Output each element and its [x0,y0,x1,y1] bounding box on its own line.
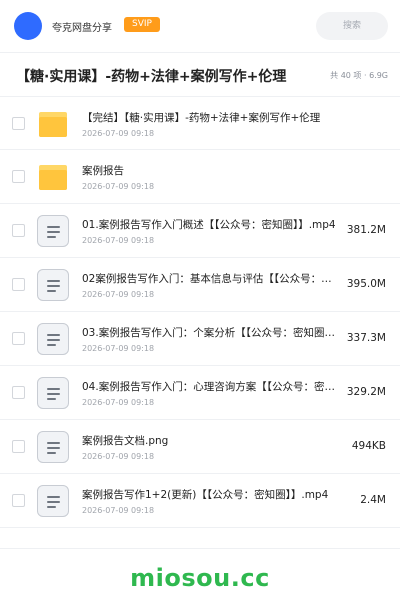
file-checkbox[interactable] [12,224,25,237]
file-size: 2.4M [360,494,386,506]
share-title: 夸克网盘分享 [52,23,112,34]
file-date: 2026-07-09 09:18 [82,236,155,245]
file-list: 【完结】【糖·实用课】-药物+法律+案例写作+伦理 2026-07-09 09:… [0,96,400,528]
file-date: 2026-07-09 09:18 [82,290,155,299]
file-size: 381.2M [346,224,386,236]
file-checkbox[interactable] [12,170,25,183]
file-row[interactable]: 03.案例报告写作入门：个案分析【【公众号：密知圈】】.mp4 2026-07-… [0,312,400,366]
file-date: 2026-07-09 09:18 [82,452,155,461]
file-name[interactable]: 04.案例报告写作入门：心理咨询方案【【公众号：密知圈】】.mp4 [82,379,340,394]
file-date: 2026-07-09 09:18 [82,129,155,138]
file-row[interactable]: 【完结】【糖·实用课】-药物+法律+案例写作+伦理 2026-07-09 09:… [0,96,400,150]
site-watermark: miosou.cc [130,564,270,592]
file-date: 2026-07-09 09:18 [82,344,155,353]
share-header: 夸克网盘分享 SVIP 搜索 [0,0,400,52]
document-icon [37,323,69,355]
header-divider [0,52,400,53]
document-icon [37,269,69,301]
file-name[interactable]: 02案例报告写作入门：基本信息与评估【【公众号：密知圈】】.mp4 [82,271,340,286]
file-name[interactable]: 案例报告写作1+2(更新)【【公众号：密知圈】】.mp4 [82,487,340,502]
file-name[interactable]: 【完结】【糖·实用课】-药物+法律+案例写作+伦理 [82,110,382,125]
file-name[interactable]: 03.案例报告写作入门：个案分析【【公众号：密知圈】】.mp4 [82,325,340,340]
file-date: 2026-07-09 09:18 [82,182,155,191]
file-row[interactable]: 02案例报告写作入门：基本信息与评估【【公众号：密知圈】】.mp4 2026-0… [0,258,400,312]
file-date: 2026-07-09 09:18 [82,398,155,407]
file-checkbox[interactable] [12,332,25,345]
document-icon [37,485,69,517]
svip-badge: SVIP [124,17,160,32]
file-date: 2026-07-09 09:18 [82,506,155,515]
file-row[interactable]: 案例报告写作1+2(更新)【【公众号：密知圈】】.mp4 2026-07-09 … [0,474,400,528]
folder-meta: 共 40 项 · 6.9G [330,71,388,80]
footer-divider [0,548,400,549]
file-checkbox[interactable] [12,117,25,130]
file-row[interactable]: 案例报告文档.png 2026-07-09 09:18 494KB [0,420,400,474]
file-checkbox[interactable] [12,494,25,507]
avatar[interactable] [14,12,42,40]
document-icon [37,377,69,409]
search-button[interactable]: 搜索 [316,12,388,40]
file-name[interactable]: 案例报告 [82,163,382,178]
file-size: 337.3M [346,332,386,344]
document-icon [37,431,69,463]
file-checkbox[interactable] [12,440,25,453]
folder-icon [39,165,67,190]
file-checkbox[interactable] [12,278,25,291]
file-size: 329.2M [346,386,386,398]
file-row[interactable]: 案例报告 2026-07-09 09:18 [0,150,400,204]
folder-title: 【糖·实用课】-药物+法律+案例写作+伦理 [16,69,287,85]
file-row[interactable]: 01.案例报告写作入门概述【【公众号：密知圈】】.mp4 2026-07-09 … [0,204,400,258]
file-name[interactable]: 案例报告文档.png [82,433,340,448]
folder-icon [39,112,67,137]
file-checkbox[interactable] [12,386,25,399]
document-icon [37,215,69,247]
file-size: 395.0M [346,278,386,290]
file-row[interactable]: 04.案例报告写作入门：心理咨询方案【【公众号：密知圈】】.mp4 2026-0… [0,366,400,420]
file-size: 494KB [351,440,386,452]
file-name[interactable]: 01.案例报告写作入门概述【【公众号：密知圈】】.mp4 [82,217,340,232]
